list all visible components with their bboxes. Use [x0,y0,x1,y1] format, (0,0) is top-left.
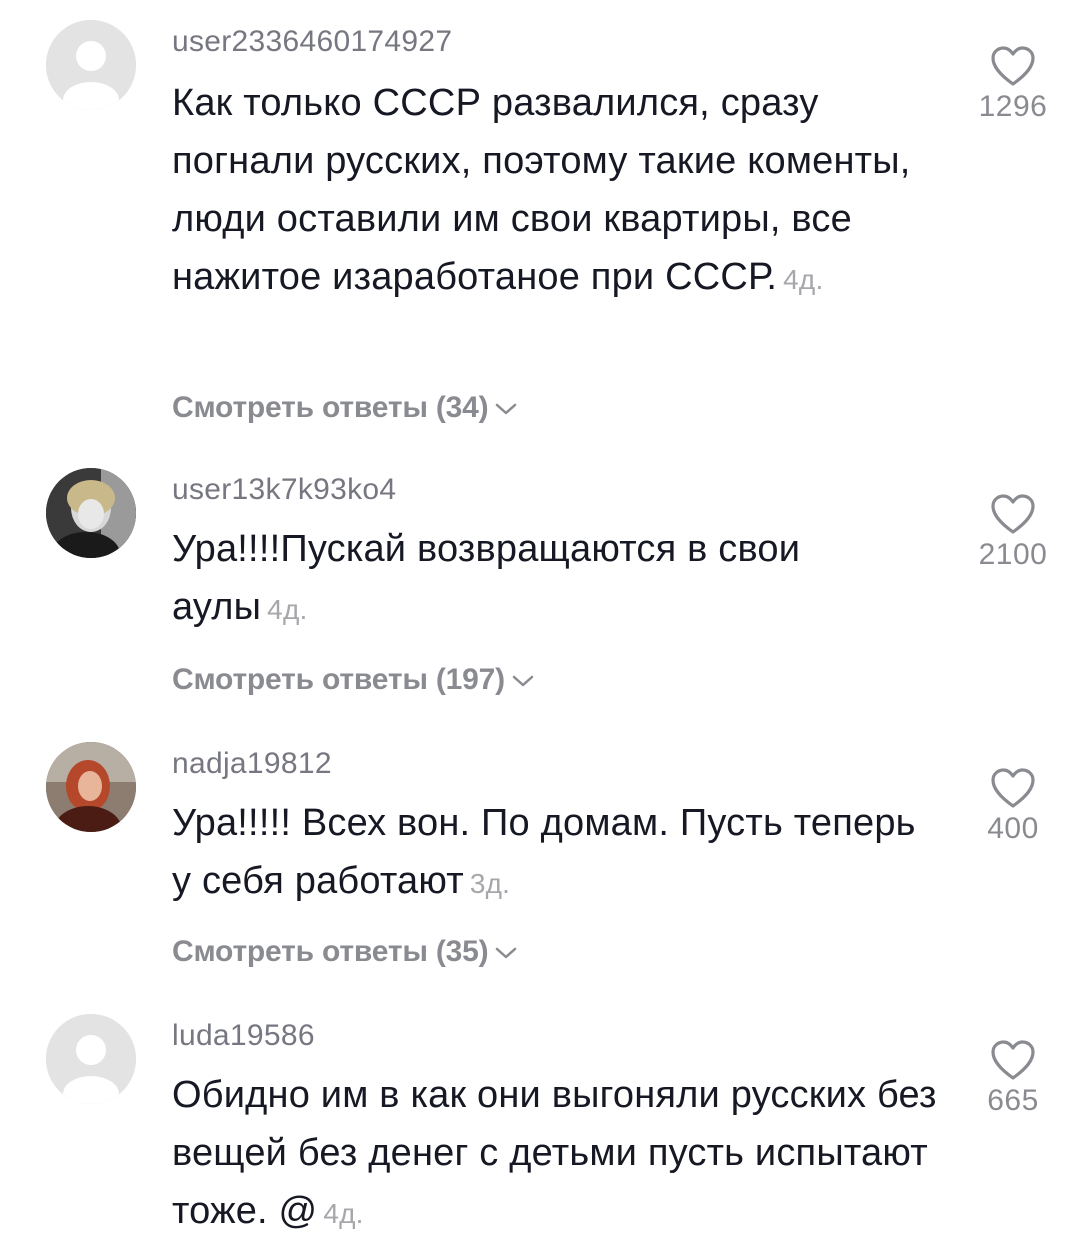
like-count: 1296 [978,90,1048,123]
comment-time: 4д. [783,264,824,295]
heart-icon [991,494,1035,534]
comment-time: 4д. [267,594,308,625]
like-count: 2100 [978,538,1048,571]
view-replies-label: Смотреть ответы (197) [172,663,505,696]
chevron-down-icon [512,675,534,687]
like-button[interactable]: 1296 [966,44,1060,124]
comment-text: Обидно им в как они выгоняли русских без… [172,1066,942,1243]
chevron-down-icon [496,947,517,959]
comment-username[interactable]: user13k7k93ko4 [172,472,396,508]
comment-username[interactable]: luda19586 [172,1018,315,1054]
comment-body: Ура!!!!! Всех вон. По домам. Пусть тепер… [172,802,916,902]
like-count: 400 [987,812,1039,845]
view-replies-button[interactable]: Смотреть ответы (197) [172,660,535,700]
comment-text: Ура!!!!Пускай возвращаются в свои аулы 4д… [172,520,942,639]
like-button[interactable]: 665 [966,1038,1060,1118]
comment-username[interactable]: nadja19812 [172,746,332,782]
avatar[interactable] [46,742,136,832]
heart-icon [991,46,1035,86]
like-button[interactable]: 2100 [966,492,1060,572]
comment-time: 3д. [469,868,511,899]
comment-text: Как только СССР развалился, сразу погнал… [172,74,942,309]
view-replies-label: Смотреть ответы (34) [172,391,489,424]
view-replies-label: Смотреть ответы (35) [172,935,489,968]
like-button[interactable]: 400 [966,766,1060,846]
heart-icon [991,1040,1035,1080]
default-avatar-icon[interactable] [46,20,136,110]
comment-username[interactable]: user2336460174927 [172,24,452,60]
heart-icon [991,768,1035,808]
like-count: 665 [987,1084,1039,1117]
default-avatar-icon[interactable] [46,1014,136,1104]
chevron-down-icon [496,403,517,415]
comment-body: Обидно им в как они выгоняли русских без… [172,1074,937,1232]
avatar[interactable] [46,468,136,558]
view-replies-button[interactable]: Смотреть ответы (34) [172,388,518,428]
comment-text: Ура!!!!! Всех вон. По домам. Пусть тепер… [172,794,942,913]
view-replies-button[interactable]: Смотреть ответы (35) [172,932,518,972]
comment-time: 4д. [323,1198,364,1229]
